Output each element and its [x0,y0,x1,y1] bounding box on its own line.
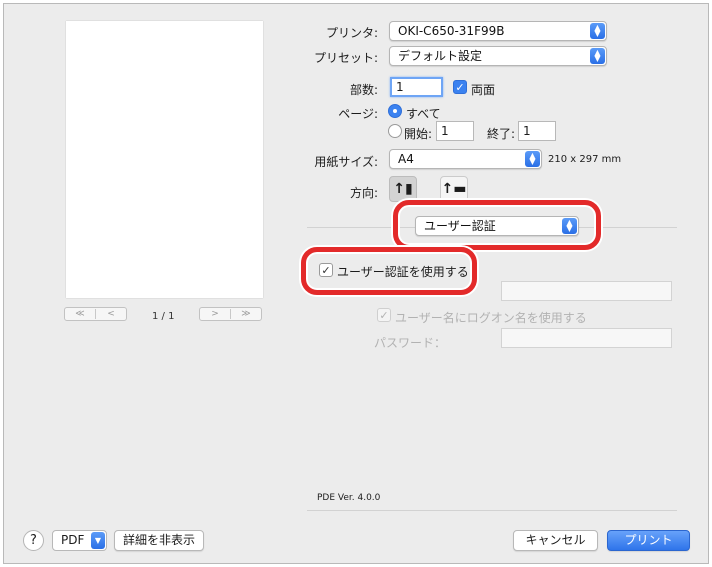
portrait-icon[interactable]: ↑▮ [389,176,417,202]
printer-popup[interactable]: OKI-C650-31F99B ▲ ▼ [389,21,607,41]
logon-name-label: ユーザー名にログオン名を使用する [395,311,587,325]
page-preview [66,21,263,298]
footer-divider [307,510,677,511]
copies-label: 部数: [349,83,378,97]
pages-to-label: 終了: [487,127,516,141]
pages-from-label: 開始: [404,127,433,141]
user-name-input[interactable] [501,281,672,301]
pages-label: ページ: [338,107,378,121]
chevron-down-icon: ▼ [91,532,105,549]
next-page-button[interactable]: > [200,309,230,319]
hide-details-button[interactable]: 詳細を非表示 [114,530,204,551]
print-button[interactable]: プリント [607,530,690,551]
print-dialog: ≪ < 1 / 1 > ≫ プリンタ: OKI-C650-31F99B ▲ ▼ プ… [3,3,709,564]
preset-label: プリセット: [313,51,378,65]
printer-value: OKI-C650-31F99B [398,24,505,38]
preview-forward-buttons: > ≫ [199,307,262,321]
popup-arrows-icon: ▲ ▼ [590,48,605,64]
previous-page-button[interactable]: < [96,309,126,319]
page-indicator: 1 / 1 [152,311,175,322]
popup-arrows-icon: ▲ ▼ [590,23,605,39]
last-page-button[interactable]: ≫ [231,309,261,319]
version-label: PDE Ver. 4.0.0 [317,493,381,503]
paper-size-popup[interactable]: A4 ▲ ▼ [389,149,542,169]
highlight-ring [393,200,601,250]
logon-name-checkbox[interactable]: ✓ [377,308,391,322]
preset-value: デフォルト設定 [398,49,483,63]
landscape-icon[interactable]: ↑▬ [440,176,468,202]
first-page-button[interactable]: ≪ [65,309,95,319]
orientation-label: 方向: [349,186,378,200]
password-label: パスワード： [374,336,447,350]
preview-back-buttons: ≪ < [64,307,127,321]
help-button[interactable]: ? [23,530,44,551]
pdf-menu-button[interactable]: PDF ▼ [52,530,107,551]
printer-label: プリンタ: [325,26,378,40]
duplex-checkbox[interactable]: ✓ [453,80,467,94]
paper-size-value: A4 [398,152,414,166]
preset-popup[interactable]: デフォルト設定 ▲ ▼ [389,46,607,66]
pages-to-input[interactable]: 1 [518,121,556,141]
pages-from-input[interactable]: 1 [436,121,474,141]
highlight-ring [301,247,477,295]
pages-all-label: すべて [406,107,441,121]
paper-size-label: 用紙サイズ: [314,155,378,169]
cancel-button[interactable]: キャンセル [513,530,598,551]
paper-dimensions: 210 x 297 mm [548,154,622,165]
duplex-label: 両面 [471,83,496,97]
popup-arrows-icon: ▲ ▼ [525,151,540,167]
copies-input[interactable]: 1 [390,77,443,97]
pages-range-radio[interactable] [388,124,402,138]
password-input[interactable] [501,328,672,348]
pdf-label: PDF [61,533,85,547]
pages-all-radio[interactable] [388,104,402,118]
